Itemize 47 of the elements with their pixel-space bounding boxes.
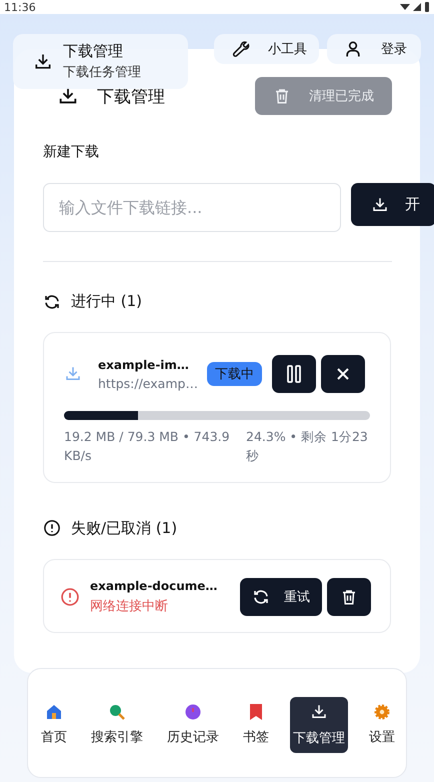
alert-icon: [43, 519, 61, 537]
start-button[interactable]: 开: [351, 183, 434, 226]
size-text: 19.2 MB / 79.3 MB • 743.9 KB/s: [64, 428, 231, 465]
bookmark-icon: [250, 704, 262, 720]
retry-button[interactable]: 重试: [240, 578, 322, 616]
wrench-icon: [230, 39, 250, 59]
signal-icon: [400, 2, 430, 12]
refresh-icon: [43, 292, 61, 310]
nav-tab[interactable]: 首页: [38, 698, 70, 752]
file-url: https://examp…: [98, 376, 199, 391]
card-title: 下载管理: [97, 86, 166, 108]
pause-icon: [286, 365, 302, 383]
tools-button[interactable]: 小工具: [214, 34, 319, 64]
status-badge: 下载中: [207, 362, 262, 386]
download-icon: [33, 52, 53, 72]
header-title: 下载管理: [63, 42, 124, 61]
download-icon: [310, 703, 328, 721]
alert-icon: [60, 586, 80, 606]
close-icon: [336, 367, 350, 381]
progress-text: 24.3% • 剩余 1分23秒: [246, 428, 369, 465]
refresh-icon: [252, 588, 270, 606]
nav-tab[interactable]: 书签: [240, 698, 272, 752]
download-icon: [64, 365, 82, 383]
clock-icon: [185, 704, 201, 720]
error-text: 网络连接中断: [90, 598, 169, 615]
pause-button[interactable]: [272, 355, 316, 393]
delete-button[interactable]: [327, 578, 371, 616]
download-icon: [371, 196, 389, 214]
section-title: 失败/已取消 (1): [71, 518, 178, 538]
login-button[interactable]: 登录: [327, 34, 421, 64]
trash-icon: [340, 588, 358, 606]
file-name: example-docume…: [90, 578, 218, 595]
close-button[interactable]: [321, 355, 365, 393]
nav-tab[interactable]: 搜索引擎: [88, 698, 146, 752]
status-time: 11:36: [4, 0, 36, 14]
search-icon: [109, 704, 125, 720]
gear-icon: [374, 704, 390, 720]
file-name: example-im…: [98, 357, 190, 374]
header-subtitle: 下载任务管理: [63, 64, 141, 81]
nav-tab[interactable]: 历史记录: [164, 698, 222, 752]
nav-tab[interactable]: 下载管理: [290, 697, 348, 753]
nav-tab[interactable]: 设置: [366, 698, 398, 752]
house-icon: [46, 704, 62, 720]
url-input-field[interactable]: 输入文件下载链接...: [43, 183, 341, 232]
section-label: 新建下载: [43, 143, 100, 161]
section-title: 进行中 (1): [71, 292, 142, 311]
trash-icon: [273, 87, 291, 105]
